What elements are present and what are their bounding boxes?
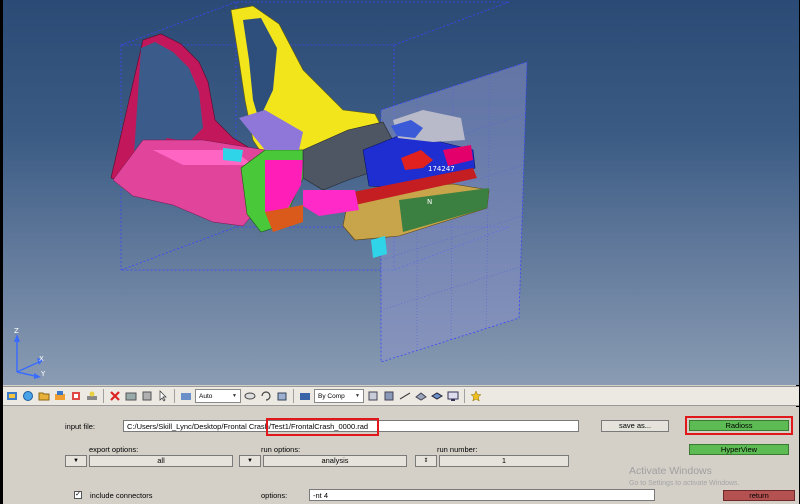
chevron-down-icon: ▼ [247,458,253,464]
solver-export-panel: input file: C:/Users/Skill_Lync/Desktop/… [3,407,799,504]
monitor-icon[interactable] [446,389,460,403]
line-display-icon[interactable] [398,389,412,403]
axis-x-label: X [39,355,44,363]
property-icon[interactable] [69,389,83,403]
run-options-label: run options: [261,445,301,454]
node-id-label: 174247 [428,165,455,173]
activate-windows-subtitle: Go to Settings to activate Windows. [629,480,740,487]
axis-z-label: Z [14,327,19,335]
run-options-toggle[interactable]: ▼ [239,455,261,467]
spinner-icon: ⇕ [423,458,429,464]
return-button[interactable]: return [723,490,795,501]
surface-display-icon[interactable] [414,389,428,403]
check-icon: ✓ [75,491,81,498]
chevron-down-icon: ▼ [232,393,237,399]
run-number-value[interactable]: 1 [439,455,569,467]
toolbar-divider [103,389,104,403]
options-field[interactable]: -nt 4 [309,489,655,501]
run-options-value[interactable]: analysis [263,455,407,467]
graphics-viewport[interactable]: 174247 N Z X Y [3,0,799,385]
input-file-label: input file: [65,422,96,431]
hyperview-button[interactable]: HyperView [689,444,789,455]
export-options-value[interactable]: all [89,455,233,467]
toolbar-divider [174,389,175,403]
node-marker-label: N [427,198,433,206]
include-connectors-label: include connectors [90,491,153,500]
car-body-model [110,1,528,363]
layer-icon[interactable] [430,389,444,403]
folder-icon[interactable] [37,389,51,403]
mesh-display-icon[interactable] [366,389,380,403]
delete-icon[interactable] [108,389,122,403]
view-icon[interactable] [243,389,257,403]
run-number-label: run number: [437,445,478,454]
star-icon[interactable] [469,389,483,403]
chevron-down-icon: ▼ [355,393,360,399]
options-label: options: [261,491,288,500]
model-icon[interactable] [5,389,19,403]
shaded-mode-icon[interactable] [179,389,193,403]
cube-view-icon[interactable] [275,389,289,403]
geometry-icon[interactable] [21,389,35,403]
toolbar-divider [464,389,465,403]
include-connectors-checkbox[interactable]: ✓ [74,491,82,499]
connector-icon[interactable] [85,389,99,403]
export-options-toggle[interactable]: ▼ [65,455,87,467]
element-display-icon[interactable] [382,389,396,403]
visual-mode-value: Auto [199,392,213,400]
hypermesh-window: 174247 N Z X Y Auto ▼ By Comp ▼ input fi… [2,0,799,504]
activate-windows-title: Activate Windows [629,465,712,477]
color-mode-value: By Comp [318,392,345,400]
color-mode-icon[interactable] [298,389,312,403]
pointer-icon[interactable] [156,389,170,403]
run-number-spinner[interactable]: ⇕ [415,455,437,467]
visualization-toolbar: Auto ▼ By Comp ▼ [3,386,799,406]
car-parts [110,5,490,258]
component-icon[interactable] [53,389,67,403]
chevron-down-icon: ▼ [73,458,79,464]
rotate-icon[interactable] [259,389,273,403]
hide-icon[interactable] [124,389,138,403]
toolbar-divider [293,389,294,403]
export-options-label: export options: [89,445,139,454]
color-mode-dropdown[interactable]: By Comp ▼ [314,389,364,403]
radioss-highlight [685,416,793,435]
isolate-icon[interactable] [140,389,154,403]
visual-mode-dropdown[interactable]: Auto ▼ [195,389,241,403]
save-as-button[interactable]: save as... [601,420,669,432]
filename-highlight [266,418,379,436]
axis-y-label: Y [41,370,46,378]
